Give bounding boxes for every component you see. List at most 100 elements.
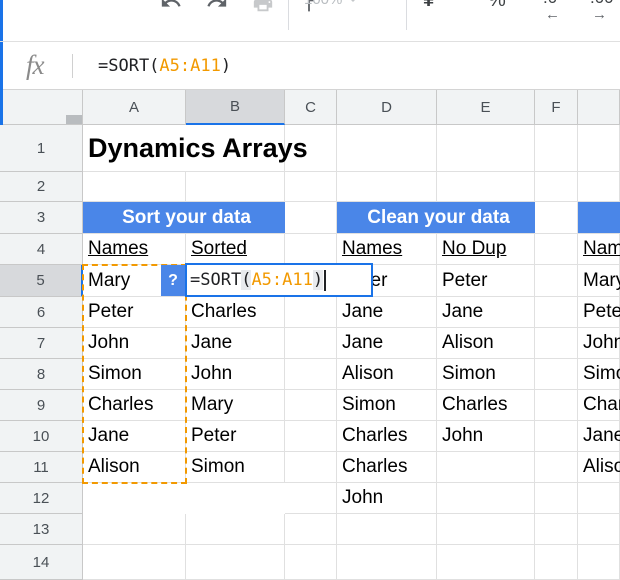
column-header-e[interactable]: E [437, 90, 535, 125]
cell-c14[interactable] [285, 545, 337, 580]
cell-c12[interactable] [285, 483, 337, 514]
cell-d1[interactable] [337, 125, 437, 172]
cell-c13[interactable] [285, 514, 337, 545]
row-header-3[interactable]: 3 [0, 202, 83, 234]
cell-e14[interactable] [437, 545, 535, 580]
formula-help-button[interactable]: ? [161, 265, 185, 296]
cell-d14[interactable] [337, 545, 437, 580]
cell-c10[interactable] [285, 421, 337, 452]
cell-b14[interactable] [186, 545, 285, 580]
cell-a9[interactable]: Charles [83, 390, 186, 421]
cell-e7[interactable]: Alison [437, 328, 535, 359]
column-header-f[interactable]: F [535, 90, 578, 125]
cell-g11[interactable]: Alison [578, 452, 620, 483]
cell-a6[interactable]: Peter [83, 297, 186, 328]
cell-f6[interactable] [535, 297, 578, 328]
cell-c6[interactable] [285, 297, 337, 328]
banner-third[interactable] [578, 202, 620, 234]
cell-a1-title[interactable]: Dynamics Arrays [83, 125, 308, 172]
cell-b8[interactable]: John [186, 359, 285, 390]
row-header-1[interactable]: 1 [0, 125, 83, 172]
cell-g2[interactable] [578, 172, 620, 202]
cell-b10[interactable]: Peter [186, 421, 285, 452]
cell-f7[interactable] [535, 328, 578, 359]
column-header-b[interactable]: B [186, 90, 285, 125]
cell-editor-b5[interactable]: =SORT(A5:A11) [185, 263, 373, 297]
cell-f5[interactable] [535, 265, 578, 297]
cell-e12[interactable] [437, 483, 535, 514]
redo-icon[interactable] [194, 0, 240, 22]
row-header-13[interactable]: 13 [0, 514, 83, 545]
cell-e6[interactable]: Jane [437, 297, 535, 328]
cell-b11[interactable]: Simon [186, 452, 285, 483]
cell-d8[interactable]: Alison [337, 359, 437, 390]
column-header-d[interactable]: D [337, 90, 437, 125]
cell-g4-subheader[interactable]: Names [578, 234, 620, 265]
cell-g8[interactable]: Simon [578, 359, 620, 390]
banner-clean-your-data[interactable]: Clean your data [337, 202, 535, 234]
increase-decimal-button[interactable]: .00 → [590, 0, 614, 23]
cell-g14[interactable] [578, 545, 620, 580]
cell-c4[interactable] [285, 234, 337, 265]
row-header-12[interactable]: 12 [0, 483, 83, 514]
cell-d11[interactable]: Charles [337, 452, 437, 483]
cell-d2[interactable] [337, 172, 437, 202]
cell-g7[interactable]: John [578, 328, 620, 359]
banner-sort-your-data[interactable]: Sort your data [83, 202, 285, 234]
cell-a10[interactable]: Jane [83, 421, 186, 452]
cell-g5[interactable]: Mary [578, 265, 620, 297]
cell-b2[interactable] [186, 172, 285, 202]
undo-icon[interactable] [148, 0, 194, 22]
percent-format-button[interactable]: % [488, 0, 506, 12]
cell-a4-subheader[interactable]: Names [83, 234, 186, 265]
cell-f3[interactable] [535, 202, 578, 234]
cell-a11[interactable]: Alison [83, 452, 186, 483]
cell-c3[interactable] [285, 202, 337, 234]
cell-b13[interactable] [186, 514, 285, 545]
cell-e9[interactable]: Charles [437, 390, 535, 421]
cell-f2[interactable] [535, 172, 578, 202]
cell-f11[interactable] [535, 452, 578, 483]
cell-f4[interactable] [535, 234, 578, 265]
row-header-10[interactable]: 10 [0, 421, 83, 452]
row-header-14[interactable]: 14 [0, 545, 83, 580]
cell-d7[interactable]: Jane [337, 328, 437, 359]
cell-c9[interactable] [285, 390, 337, 421]
cell-g9[interactable]: Charles [578, 390, 620, 421]
cell-f8[interactable] [535, 359, 578, 390]
row-header-11[interactable]: 11 [0, 452, 83, 483]
cell-g1[interactable] [578, 125, 620, 172]
cell-b4-subheader[interactable]: Sorted [186, 234, 285, 265]
column-header-g[interactable] [578, 90, 620, 125]
zoom-control[interactable]: 100% [304, 0, 359, 8]
cell-c2[interactable] [285, 172, 337, 202]
cell-f12[interactable] [535, 483, 578, 514]
cell-a14[interactable] [83, 545, 186, 580]
cell-d13[interactable] [337, 514, 437, 545]
cell-f10[interactable] [535, 421, 578, 452]
decrease-decimal-button[interactable]: .0 ← [543, 0, 560, 23]
cell-e11[interactable] [437, 452, 535, 483]
row-header-6[interactable]: 6 [0, 297, 83, 328]
cell-g10[interactable]: Jane [578, 421, 620, 452]
cell-e1[interactable] [437, 125, 535, 172]
cell-c8[interactable] [285, 359, 337, 390]
row-header-9[interactable]: 9 [0, 390, 83, 421]
cell-b9[interactable]: Mary [186, 390, 285, 421]
cell-a8[interactable]: Simon [83, 359, 186, 390]
cell-e4-subheader[interactable]: No Dup [437, 234, 535, 265]
row-header-5[interactable]: 5 [0, 265, 83, 297]
cell-e10[interactable]: John [437, 421, 535, 452]
row-header-7[interactable]: 7 [0, 328, 83, 359]
row-header-4[interactable]: 4 [0, 234, 83, 265]
cell-d6[interactable]: Jane [337, 297, 437, 328]
cell-e2[interactable] [437, 172, 535, 202]
cell-d12[interactable]: John [337, 483, 437, 514]
cell-e8[interactable]: Simon [437, 359, 535, 390]
column-header-a[interactable]: A [83, 90, 186, 125]
cell-e5[interactable]: Peter [437, 265, 535, 297]
cell-a7[interactable]: John [83, 328, 186, 359]
cell-g6[interactable]: Peter [578, 297, 620, 328]
row-header-8[interactable]: 8 [0, 359, 83, 390]
cell-e13[interactable] [437, 514, 535, 545]
